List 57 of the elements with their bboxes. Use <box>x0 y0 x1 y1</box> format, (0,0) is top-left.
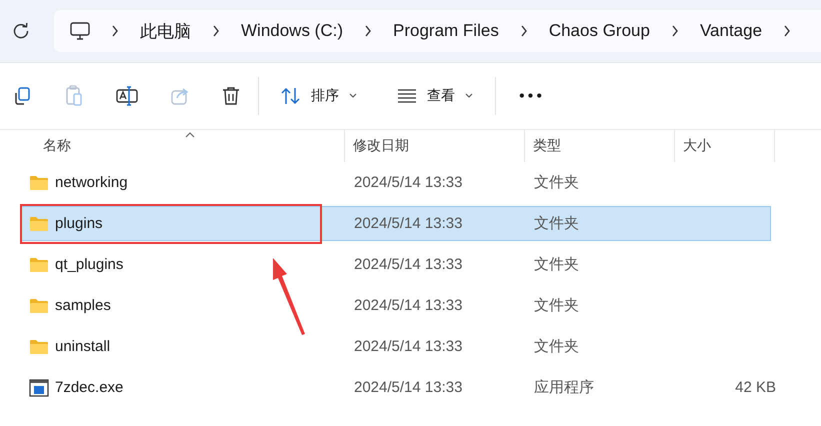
caret-icon <box>349 93 357 99</box>
view-button[interactable]: 查看 <box>393 83 477 109</box>
breadcrumb-item[interactable]: Program Files <box>393 21 499 41</box>
refresh-icon[interactable] <box>12 22 30 40</box>
caret-icon <box>465 93 473 99</box>
column-header[interactable]: 类型 <box>525 130 675 162</box>
sort-arrows-icon <box>281 87 301 105</box>
chevron-icon <box>670 25 679 37</box>
file-row[interactable]: uninstall 2024/5/14 13:33 文件夹 <box>20 329 771 364</box>
chevron-icon <box>520 25 528 37</box>
file-name: networking <box>55 174 128 191</box>
lines-icon <box>397 89 417 103</box>
address-bar[interactable]: 此电脑 Windows (C:) Program Files Chaos Group Vantage <box>54 10 821 52</box>
delete-icon[interactable] <box>222 86 240 106</box>
chevron-icon <box>364 25 372 37</box>
chevron-icon <box>783 25 792 37</box>
sort-caret-icon <box>185 132 195 138</box>
date-cell-text: 2024/5/14 13:33 <box>353 215 464 232</box>
file-name: 7zdec.exe <box>55 379 124 396</box>
folder-icon <box>29 298 49 314</box>
folder-icon <box>29 216 49 232</box>
date-cell-text: 2024/5/14 13:33 <box>353 297 464 314</box>
sort-button[interactable]: 排序 <box>277 83 361 109</box>
file-row[interactable]: networking 2024/5/14 13:33 文件夹 <box>20 165 771 200</box>
chevron-icon <box>212 25 220 37</box>
application-icon <box>29 378 49 396</box>
column-header[interactable]: 修改日期 <box>345 130 525 162</box>
file-name: uninstall <box>55 338 110 355</box>
type-cell-text: 文件夹 <box>533 173 580 192</box>
column-header[interactable]: 大小 <box>675 130 775 162</box>
folder-icon <box>29 338 49 354</box>
size-cell-text: 42 KB <box>734 379 776 396</box>
monitor-icon <box>70 22 90 40</box>
type-cell-text: 文件夹 <box>533 255 580 274</box>
type-cell-text: 文件夹 <box>533 214 580 233</box>
breadcrumb-item[interactable]: Windows (C:) <box>241 21 344 41</box>
file-name: plugins <box>55 215 103 232</box>
date-cell-text: 2024/5/14 13:33 <box>353 256 464 273</box>
type-cell-text: 应用程序 <box>533 378 595 397</box>
date-cell-text: 2024/5/14 13:33 <box>353 174 464 191</box>
file-name: samples <box>55 297 111 314</box>
file-row[interactable]: qt_plugins 2024/5/14 13:33 文件夹 <box>20 247 771 282</box>
folder-icon <box>29 174 49 190</box>
folder-icon <box>29 256 49 272</box>
chevron-icon <box>111 25 119 37</box>
column-header[interactable]: 名称 <box>0 130 345 162</box>
file-row[interactable]: samples 2024/5/14 13:33 文件夹 <box>20 288 771 323</box>
date-cell-text: 2024/5/14 13:33 <box>353 338 464 355</box>
type-cell-text: 文件夹 <box>533 296 580 315</box>
breadcrumb-item[interactable]: Vantage <box>700 21 762 41</box>
breadcrumb-item[interactable]: 此电脑 <box>140 20 191 42</box>
file-name: qt_plugins <box>55 256 124 273</box>
date-cell-text: 2024/5/14 13:33 <box>353 379 464 396</box>
rename-icon[interactable] <box>116 86 138 106</box>
breadcrumb-item[interactable]: Chaos Group <box>548 21 650 41</box>
type-cell-text: 文件夹 <box>533 337 580 356</box>
more-button[interactable]: ••• <box>514 85 548 107</box>
